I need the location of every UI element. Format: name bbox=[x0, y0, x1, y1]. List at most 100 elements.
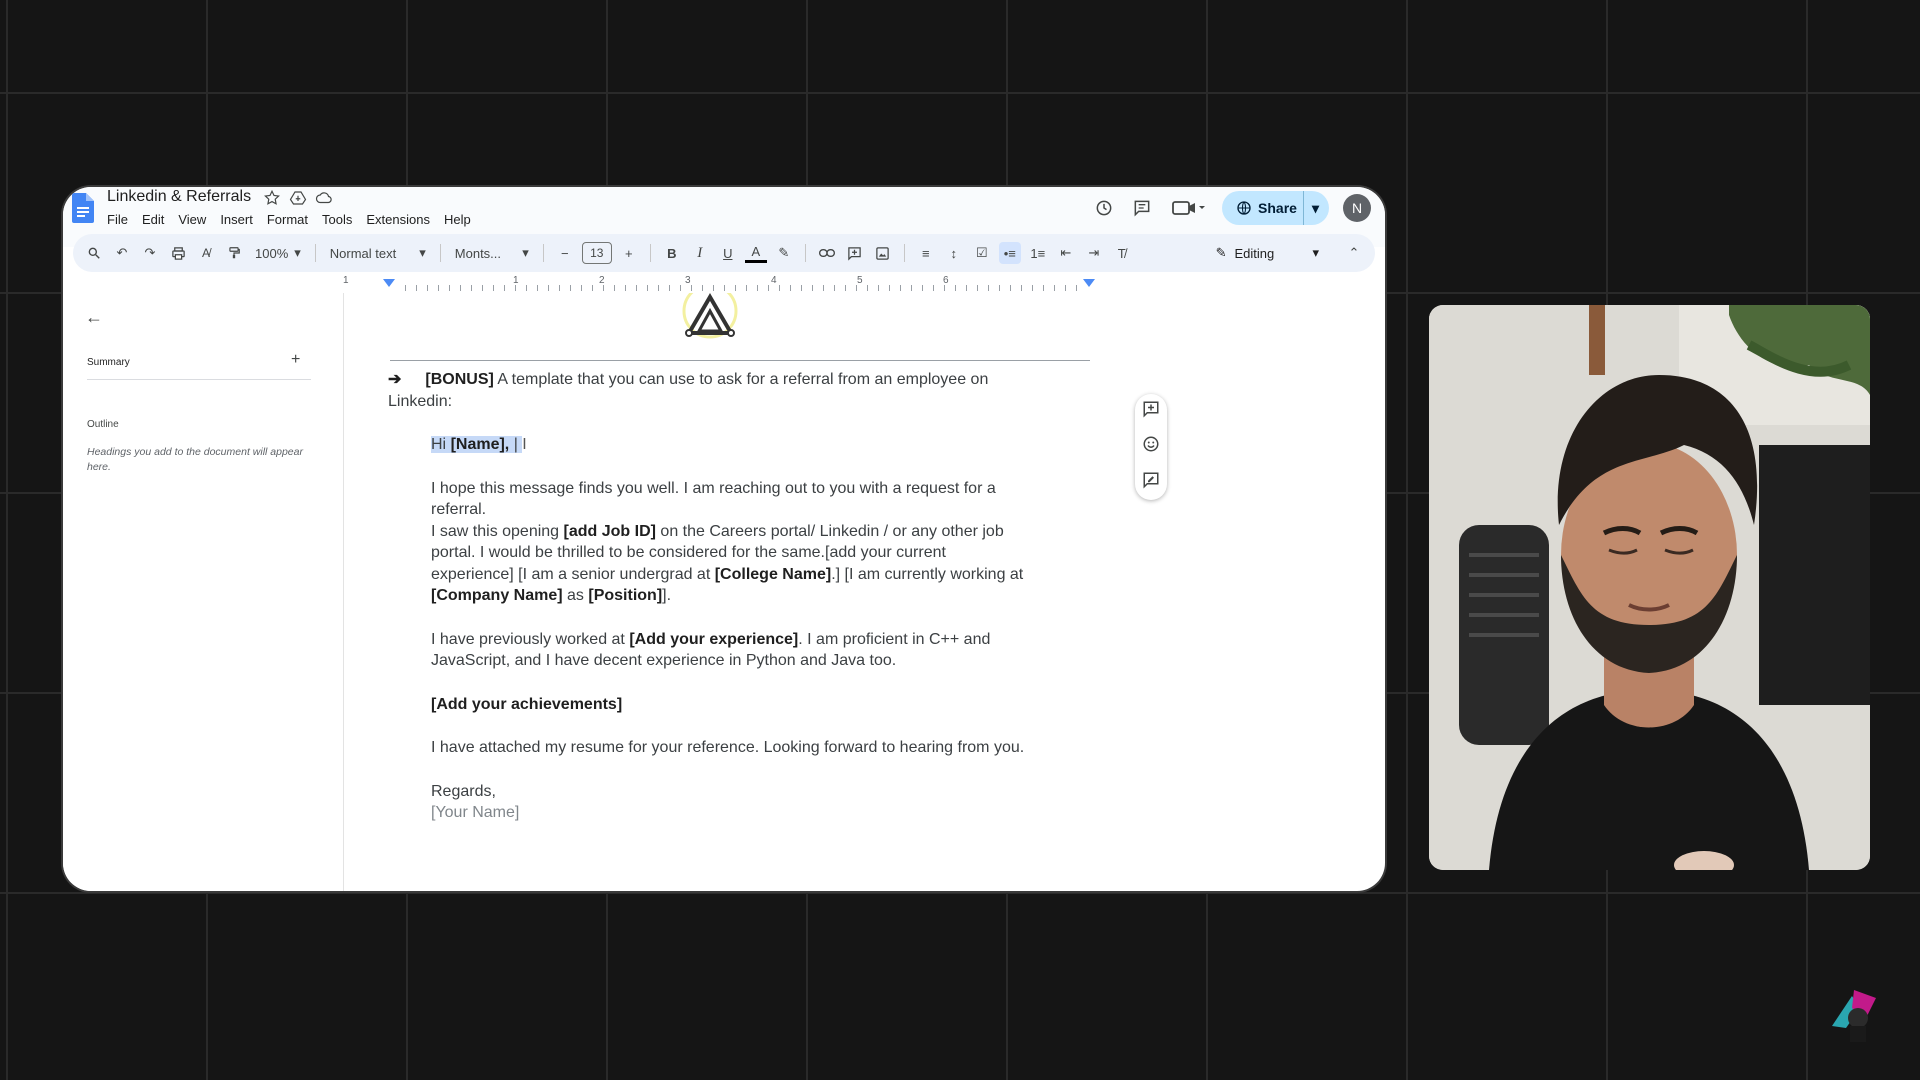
meet-icon[interactable] bbox=[1168, 196, 1208, 220]
ruler-number: 5 bbox=[857, 275, 863, 286]
chevron-down-icon: ▾ bbox=[522, 245, 529, 260]
decrease-font-size-icon[interactable]: − bbox=[554, 242, 576, 264]
summary-label: Summary bbox=[87, 357, 130, 368]
docs-window: Linkedin & Referrals File Edit View Inse… bbox=[63, 187, 1385, 891]
placeholder-job-id: [add Job ID] bbox=[563, 522, 656, 540]
italic-icon[interactable]: I bbox=[689, 242, 711, 264]
emoji-reaction-icon[interactable] bbox=[1142, 435, 1160, 458]
chevron-down-icon: ▾ bbox=[294, 245, 301, 260]
text-run: as bbox=[562, 587, 589, 604]
ruler[interactable]: 1 1 2 3 4 5 6 bbox=[343, 275, 1135, 294]
menu-bar: File Edit View Insert Format Tools Exten… bbox=[107, 211, 471, 229]
document-page[interactable]: ➔ [BONUS] A template that you can use to … bbox=[345, 293, 1135, 891]
paint-format-icon[interactable] bbox=[223, 242, 245, 264]
link-icon[interactable] bbox=[816, 242, 838, 264]
ruler-number: 2 bbox=[599, 275, 605, 286]
document-body[interactable]: ➔ [BONUS] A template that you can use to … bbox=[388, 369, 1028, 824]
docs-logo-icon[interactable] bbox=[72, 193, 94, 223]
add-comment-icon[interactable] bbox=[1142, 400, 1160, 423]
document-outline-panel: ← Summary + Outline Headings you add to … bbox=[63, 293, 344, 891]
search-icon[interactable] bbox=[83, 242, 105, 264]
comments-icon[interactable] bbox=[1130, 196, 1154, 220]
left-indent-marker-icon[interactable] bbox=[383, 279, 395, 289]
text-cursor-icon: I bbox=[522, 436, 527, 453]
placeholder-position: [Position] bbox=[588, 587, 663, 604]
toolbar-divider bbox=[649, 244, 651, 262]
line-spacing-icon[interactable]: ↕ bbox=[943, 242, 965, 264]
cloud-status-icon[interactable] bbox=[315, 189, 333, 207]
paragraph-experience: I have previously worked at [Add your ex… bbox=[388, 629, 1028, 672]
right-indent-marker-icon[interactable] bbox=[1083, 279, 1095, 289]
print-icon[interactable] bbox=[167, 242, 189, 264]
channel-logo-icon bbox=[1832, 990, 1876, 1042]
bonus-tag: [BONUS] bbox=[425, 371, 494, 388]
arrow-bullet-icon: ➔ bbox=[388, 371, 402, 388]
font-family-select[interactable]: Monts... ▾ bbox=[451, 245, 533, 261]
side-actions-bar bbox=[1135, 394, 1167, 500]
menu-file[interactable]: File bbox=[107, 211, 128, 229]
document-title[interactable]: Linkedin & Referrals bbox=[107, 187, 251, 207]
bonus-paragraph: ➔ [BONUS] A template that you can use to … bbox=[388, 369, 1028, 412]
menu-insert[interactable]: Insert bbox=[220, 211, 253, 229]
numbered-list-icon[interactable]: 1≡ bbox=[1027, 242, 1049, 264]
bulleted-list-icon[interactable]: •≡ bbox=[998, 242, 1021, 264]
add-comment-icon[interactable] bbox=[844, 242, 866, 264]
pencil-icon: ✎ bbox=[1215, 245, 1227, 260]
checklist-icon[interactable]: ☑ bbox=[971, 242, 993, 264]
decrease-indent-icon[interactable]: ⇤ bbox=[1055, 242, 1077, 264]
menu-format[interactable]: Format bbox=[267, 211, 308, 229]
share-dropdown-icon[interactable]: ▾ bbox=[1302, 191, 1319, 225]
greeting-hi: Hi bbox=[431, 436, 451, 453]
paragraph-style-select[interactable]: Normal text ▾ bbox=[326, 245, 430, 261]
spellcheck-icon[interactable]: A̸ bbox=[195, 242, 217, 264]
greeting-line: Hi [Name], | I bbox=[388, 434, 1028, 456]
font-size-input[interactable]: 13 bbox=[581, 242, 612, 264]
underline-icon[interactable]: U bbox=[717, 242, 739, 264]
redo-icon[interactable]: ↷ bbox=[139, 242, 161, 264]
share-button[interactable]: Share ▾ bbox=[1222, 191, 1329, 225]
paragraph-intro: I hope this message finds you well. I am… bbox=[431, 479, 996, 519]
brand-logo-icon bbox=[682, 293, 738, 339]
menu-extensions[interactable]: Extensions bbox=[366, 211, 430, 229]
version-history-icon[interactable] bbox=[1092, 196, 1116, 220]
placeholder-college-name: [College Name] bbox=[714, 565, 832, 583]
outline-label: Outline bbox=[87, 419, 119, 430]
align-left-icon[interactable]: ≡ bbox=[915, 242, 937, 264]
move-to-drive-icon[interactable] bbox=[289, 189, 307, 207]
toolbar-divider bbox=[903, 244, 905, 262]
toolbar-divider bbox=[314, 244, 316, 262]
menu-tools[interactable]: Tools bbox=[322, 211, 352, 229]
ruler-ticks bbox=[405, 285, 1085, 291]
text-run: I have previously worked at bbox=[431, 630, 630, 648]
ruler-number: 6 bbox=[943, 275, 949, 286]
greeting-name: [Name], bbox=[450, 436, 510, 453]
regards-line: Regards, bbox=[431, 782, 496, 800]
placeholder-your-name: [Your Name] bbox=[431, 804, 520, 821]
star-icon[interactable] bbox=[263, 189, 281, 207]
insert-image-icon[interactable] bbox=[872, 242, 894, 264]
chevron-down-icon: ▾ bbox=[419, 245, 426, 260]
collapse-menus-icon[interactable]: ⌃ bbox=[1343, 242, 1365, 264]
menu-edit[interactable]: Edit bbox=[142, 211, 164, 229]
chevron-down-icon: ▾ bbox=[1312, 245, 1319, 260]
bold-icon[interactable]: B bbox=[661, 242, 683, 264]
add-summary-icon[interactable]: + bbox=[291, 351, 300, 369]
editing-mode-value: Editing bbox=[1234, 245, 1275, 261]
increase-indent-icon[interactable]: ⇥ bbox=[1083, 242, 1105, 264]
highlight-icon[interactable]: ✎ bbox=[773, 242, 795, 264]
zoom-select[interactable]: 100% ▾ bbox=[251, 245, 305, 261]
editing-mode-select[interactable]: ✎ Editing ▾ bbox=[1198, 245, 1337, 261]
paragraph-opening: I saw this opening [add Job ID] on the C… bbox=[388, 521, 1028, 607]
menu-help[interactable]: Help bbox=[444, 211, 471, 229]
avatar[interactable]: N bbox=[1343, 194, 1371, 222]
increase-font-size-icon[interactable]: + bbox=[618, 242, 640, 264]
undo-icon[interactable]: ↶ bbox=[111, 242, 133, 264]
clear-formatting-icon[interactable]: T̸ bbox=[1111, 242, 1133, 264]
text-color-icon[interactable]: A bbox=[744, 243, 767, 263]
text-run: ]. bbox=[662, 587, 672, 604]
ruler-number: 4 bbox=[771, 275, 777, 286]
back-arrow-icon[interactable]: ← bbox=[85, 307, 103, 328]
menu-view[interactable]: View bbox=[178, 211, 206, 229]
selected-text: Hi [Name], | bbox=[431, 436, 523, 453]
suggest-edits-icon[interactable] bbox=[1142, 471, 1160, 494]
